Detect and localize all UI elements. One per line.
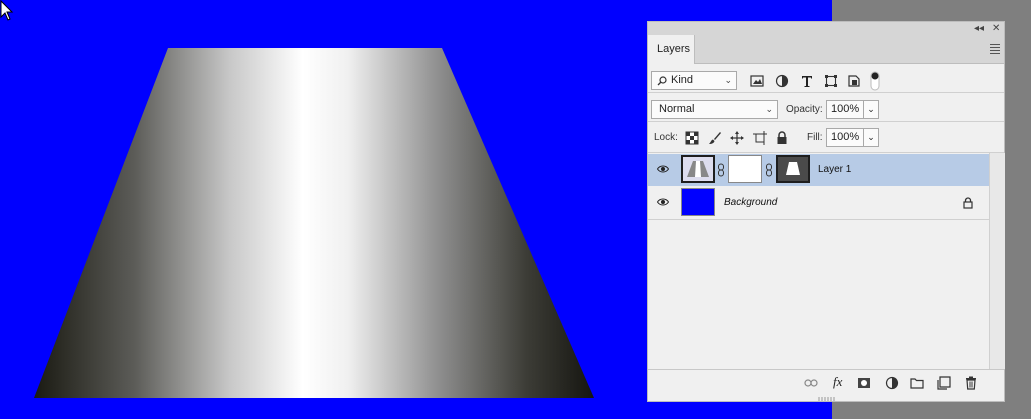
delete-layer-icon[interactable] [964, 376, 978, 390]
lock-label: Lock: [654, 132, 678, 143]
vector-mask-shape [786, 162, 800, 175]
tab-layers[interactable]: Layers [648, 35, 695, 64]
opacity-field[interactable]: 100% ⌄ [826, 100, 879, 119]
smart-object-filter-icon[interactable] [847, 74, 861, 88]
chevron-down-icon[interactable]: ⌄ [863, 129, 878, 146]
opacity-value: 100% [831, 103, 860, 115]
fill-label: Fill: [807, 132, 823, 143]
close-icon[interactable]: ✕ [992, 22, 1000, 35]
add-mask-icon[interactable] [857, 376, 871, 390]
lock-transparent-pixels-icon[interactable] [685, 131, 699, 145]
panel-footer: fx [648, 369, 1004, 397]
adjustment-filter-icon[interactable] [775, 74, 789, 88]
opacity-label: Opacity: [786, 104, 823, 115]
lock-icon [963, 197, 973, 209]
chevron-down-icon: ⌄ [724, 75, 732, 85]
blend-mode-dropdown[interactable]: Normal ⌄ [651, 100, 778, 119]
background-thumbnail[interactable] [681, 188, 715, 216]
lock-row: Lock: Fill: 100% ⌄ [648, 122, 1004, 153]
layers-panel: ◂◂ ✕ Layers Kind ⌄ Normal ⌄ Opacity: 100… [647, 21, 1005, 402]
adjustment-layer-icon[interactable] [885, 376, 899, 390]
layer-name[interactable]: Layer 1 [818, 154, 851, 186]
blend-row: Normal ⌄ Opacity: 100% ⌄ [648, 93, 1004, 122]
layers-scrollbar[interactable] [989, 153, 1005, 369]
chain-link-icon[interactable] [717, 163, 725, 177]
layer-row-layer-1[interactable]: Layer 1 [648, 154, 989, 186]
type-filter-icon[interactable] [800, 74, 814, 88]
panel-tab-row: Layers [648, 35, 1004, 64]
filter-toggle-icon[interactable] [870, 71, 880, 91]
chevron-down-icon: ⌄ [765, 104, 773, 114]
image-filter-icon[interactable] [750, 74, 764, 88]
panel-resize-grip-icon[interactable] [818, 396, 836, 401]
fill-field[interactable]: 100% ⌄ [826, 128, 879, 147]
visibility-eye-icon[interactable] [657, 197, 669, 207]
filter-kind-value: Kind [671, 74, 694, 86]
link-layers-icon[interactable] [804, 376, 818, 390]
shape-filter-icon[interactable] [824, 74, 838, 88]
new-group-icon[interactable] [910, 376, 924, 390]
layer-mask-thumbnail[interactable] [728, 155, 762, 183]
layer-thumbnail-image [683, 157, 713, 181]
blend-mode-value: Normal [659, 103, 695, 115]
layer-row-background[interactable]: Background [648, 187, 989, 220]
fill-value: 100% [831, 131, 860, 143]
visibility-eye-icon[interactable] [657, 164, 669, 174]
panel-menu-icon[interactable] [990, 44, 1000, 56]
mouse-cursor-icon [0, 0, 14, 21]
lock-artboard-icon[interactable] [753, 131, 767, 145]
lock-all-icon[interactable] [775, 131, 789, 145]
lock-image-pixels-icon[interactable] [708, 131, 722, 145]
lock-position-icon[interactable] [730, 131, 744, 145]
layer-name[interactable]: Background [724, 187, 777, 219]
chain-link-icon[interactable] [765, 163, 773, 177]
filter-row: Kind ⌄ [648, 64, 1004, 93]
vector-mask-thumbnail[interactable] [776, 155, 810, 183]
filter-kind-dropdown[interactable]: Kind ⌄ [651, 71, 737, 90]
search-icon [657, 76, 667, 86]
fx-icon[interactable]: fx [833, 374, 842, 390]
chevron-down-icon[interactable]: ⌄ [863, 101, 878, 118]
panel-title-bar[interactable]: ◂◂ ✕ [648, 22, 1004, 35]
new-layer-icon[interactable] [937, 376, 951, 390]
collapse-icon[interactable]: ◂◂ [974, 22, 984, 35]
layer-thumbnail[interactable] [681, 155, 715, 183]
